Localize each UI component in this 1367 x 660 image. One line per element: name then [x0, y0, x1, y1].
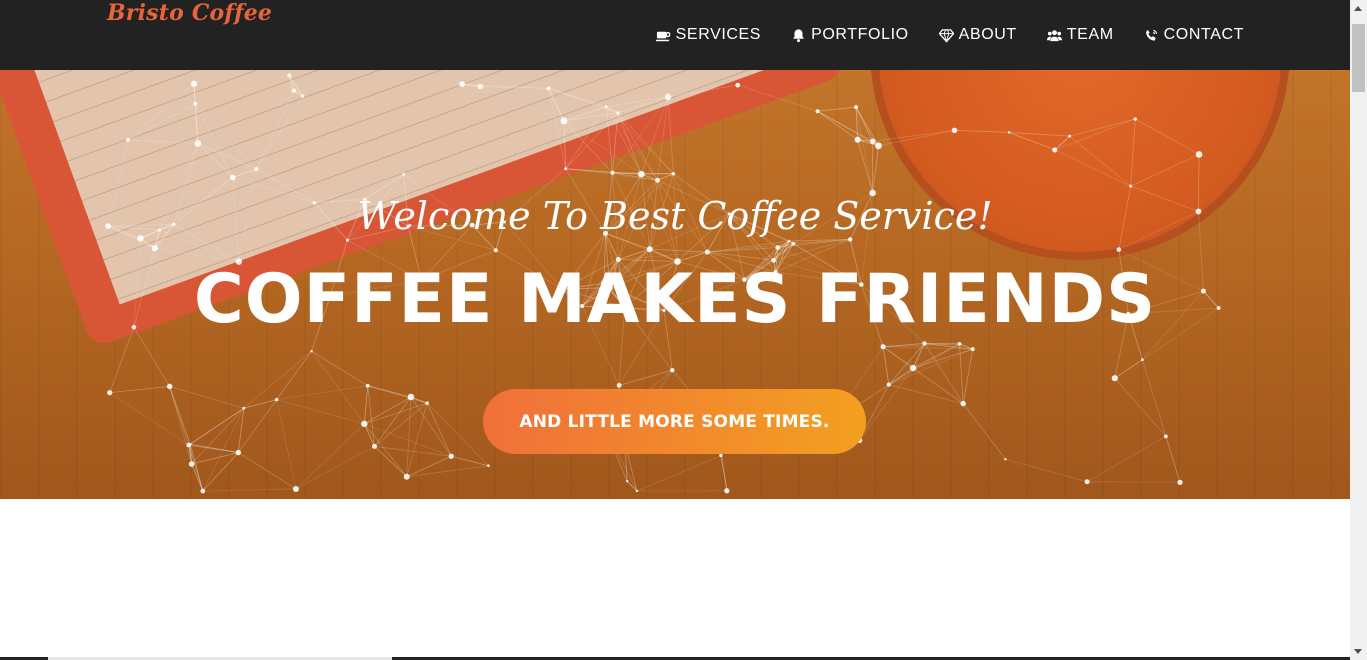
nav-item-portfolio[interactable]: PORTFOLIO: [791, 24, 909, 46]
scroll-down-arrow-icon[interactable]: [1354, 649, 1362, 654]
bell-icon: [793, 28, 805, 42]
hero-section: Welcome To Best Coffee Service! COFFEE M…: [0, 70, 1350, 499]
scrollbar-thumb[interactable]: [1352, 24, 1365, 92]
diamond-icon: [938, 28, 954, 43]
phone-volume-icon: [1145, 29, 1157, 41]
nav-label-portfolio: PORTFOLIO: [811, 26, 909, 43]
nav-label-contact: CONTACT: [1163, 26, 1244, 43]
top-navbar: Bristo Coffee SERVICES PORTFOLIO ABOUT T…: [0, 0, 1350, 70]
hero-title: COFFEE MAKES FRIENDS: [193, 260, 1157, 339]
users-icon: [1046, 29, 1062, 41]
coffee-cup-icon: [655, 31, 670, 41]
vertical-scrollbar[interactable]: [1350, 0, 1367, 660]
nav-label-team: TEAM: [1066, 26, 1114, 43]
nav-item-team[interactable]: TEAM: [1046, 24, 1114, 46]
scroll-up-arrow-icon[interactable]: [1354, 6, 1362, 11]
nav-item-services[interactable]: SERVICES: [655, 24, 762, 46]
nav-item-contact[interactable]: CONTACT: [1144, 24, 1244, 46]
hero-cta-button[interactable]: AND LITTLE MORE SOME TIMES.: [483, 389, 866, 454]
hero-subtitle: Welcome To Best Coffee Service!: [357, 194, 993, 238]
nav-item-about[interactable]: ABOUT: [938, 24, 1017, 46]
main-nav: SERVICES PORTFOLIO ABOUT TEAM CONTACT: [655, 24, 1244, 46]
nav-label-about: ABOUT: [958, 26, 1017, 43]
brand-logo[interactable]: Bristo Coffee: [107, 0, 272, 26]
nav-label-services: SERVICES: [675, 26, 762, 43]
